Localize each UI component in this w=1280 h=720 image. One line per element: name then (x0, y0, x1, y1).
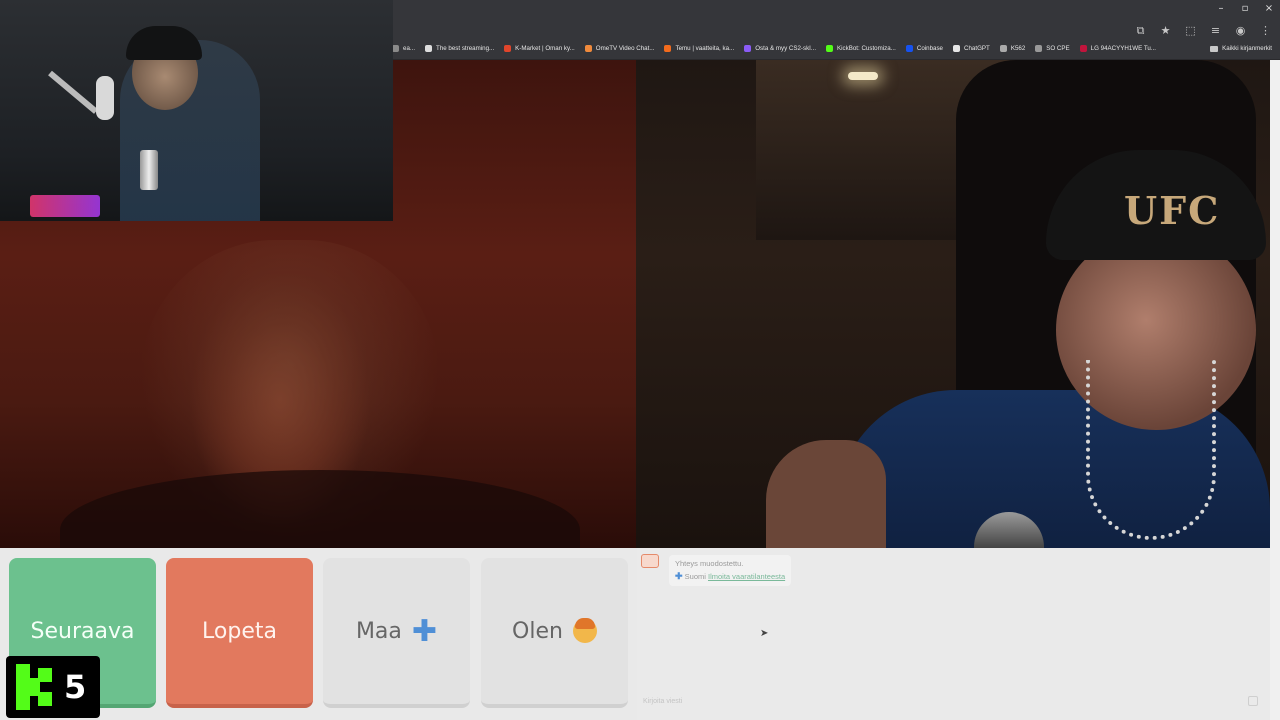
bookmark-label: ChatGPT (964, 45, 990, 52)
boy-face-icon (572, 618, 597, 643)
bookmark-item[interactable]: ChatGPT (953, 45, 990, 52)
bookmark-label: KickBot: Customiza... (837, 45, 896, 52)
country-label: Maa (355, 618, 402, 644)
bookmark-label: SO CPE (1046, 45, 1070, 52)
bookmarks-list: ea... The best streaming... K-Market | O… (392, 45, 1156, 52)
drink-can (140, 150, 158, 190)
window-controls: – ▫ × (1216, 3, 1274, 14)
mouse-cursor-icon: ➤ (760, 628, 769, 639)
arm (766, 440, 886, 548)
status-message: Yhteys muodostettu. (675, 559, 744, 568)
extensions-icon[interactable]: ⬚ (1184, 24, 1197, 38)
microphone (96, 76, 114, 120)
folder-icon (1210, 45, 1219, 52)
kick-logo-icon (16, 664, 58, 710)
finland-flag-icon: ✚ (411, 613, 438, 649)
favicon-icon (905, 45, 913, 52)
cap-logo: UFC (1124, 188, 1221, 233)
bookmark-item[interactable]: KickBot: Customiza... (826, 45, 896, 52)
bookmark-item[interactable]: The best streaming... (425, 45, 494, 52)
favicon-icon (584, 45, 592, 52)
minimize-icon[interactable]: – (1216, 3, 1226, 14)
gender-button[interactable]: Olen (481, 558, 628, 708)
bookmark-label: OmeTV Video Chat... (595, 45, 655, 52)
streamer-cap (126, 26, 202, 60)
bookmark-item[interactable]: LG 94ACYYH1WE Tu... (1079, 45, 1156, 52)
streamer-webcam-overlay (0, 0, 393, 221)
system-message: Yhteys muodostettu. ✚ Suomi Ilmoita vaar… (669, 555, 792, 586)
bookmark-label: Osta & myy CS2-skI... (755, 45, 817, 52)
chain (1086, 360, 1216, 540)
bookmark-label: LG 94ACYYH1WE Tu... (1090, 45, 1156, 52)
favicon-icon (953, 45, 961, 52)
bookmark-label: Temu | vaatteita, ka... (675, 45, 735, 52)
bookmark-label: K562 (1010, 45, 1026, 52)
restore-icon[interactable]: ▫ (1240, 3, 1250, 14)
bookmark-label: The best streaming... (436, 45, 495, 52)
screen: – ▫ × ⧉ ★ ⬚ ≡ ◉ ⋮ ea... The best streami… (0, 0, 1280, 720)
favicon-icon (425, 45, 433, 52)
media-icon[interactable]: ≡ (1209, 24, 1222, 38)
stranger-body (60, 470, 580, 548)
finland-flag-icon: ✚ (675, 571, 683, 581)
stop-button[interactable]: Lopeta (166, 558, 313, 708)
send-icon[interactable] (1248, 696, 1258, 706)
ceiling-lamp (848, 72, 878, 80)
bookmark-label: ea... (403, 45, 416, 52)
report-link[interactable]: Ilmoita vaaratilanteesta (708, 572, 785, 581)
toolbar-icons: ⧉ ★ ⬚ ≡ ◉ ⋮ (1134, 24, 1272, 38)
favicon-icon (664, 45, 672, 52)
favicon-icon (392, 45, 399, 52)
bookmark-label: Coinbase (916, 45, 944, 52)
all-bookmarks[interactable]: Kaikki kirjanmerkit (1210, 45, 1272, 52)
chat-input[interactable]: Kirjoita viesti (643, 698, 682, 705)
bookmark-item[interactable]: OmeTV Video Chat... (584, 45, 655, 52)
close-icon[interactable]: × (1264, 3, 1274, 14)
menu-icon[interactable]: ⋮ (1259, 24, 1272, 38)
bookmark-item[interactable]: Temu | vaatteita, ka... (664, 45, 734, 52)
favicon-icon (504, 45, 512, 52)
all-bookmarks-label: Kaikki kirjanmerkit (1222, 45, 1272, 52)
tv-icon (641, 554, 659, 568)
kick-badge: 5 (6, 656, 100, 718)
favicon-icon (1035, 45, 1043, 52)
bookmark-item[interactable]: K-Market | Oman ky... (504, 45, 575, 52)
bookmark-item[interactable]: SO CPE (1035, 45, 1070, 52)
favicon-icon (999, 45, 1007, 52)
bookmark-label: K-Market | Oman ky... (515, 45, 575, 52)
profile-icon[interactable]: ◉ (1234, 24, 1247, 38)
country-name: Suomi (684, 572, 706, 581)
favicon-icon (826, 45, 834, 52)
bookmark-item[interactable]: ea... (392, 45, 415, 52)
bookmark-item[interactable]: Osta & myy CS2-skI... (744, 45, 816, 52)
mic-arm (48, 70, 98, 114)
gender-label: Olen (512, 618, 563, 644)
next-label: Seuraava (30, 618, 135, 644)
controls-panel: Seuraava Lopeta Maa ✚ Olen Yhteys muodos… (0, 548, 1270, 720)
favicon-icon (1079, 45, 1087, 52)
self-video: UFC (636, 60, 1270, 548)
stop-label: Lopeta (202, 618, 277, 644)
kick-count: 5 (64, 668, 87, 706)
bookmark-item[interactable]: K562 (999, 45, 1026, 52)
rgb-keyboard (30, 195, 100, 217)
star-icon[interactable]: ★ (1159, 24, 1172, 38)
favicon-icon (744, 45, 752, 52)
page-scrollbar[interactable] (1270, 60, 1280, 720)
country-button[interactable]: Maa ✚ (323, 558, 470, 708)
country-row: ✚ Suomi Ilmoita vaaratilanteesta (675, 570, 785, 583)
bookmark-item[interactable]: Coinbase (905, 45, 944, 52)
cast-icon[interactable]: ⧉ (1134, 24, 1147, 38)
chat-panel: Yhteys muodostettu. ✚ Suomi Ilmoita vaar… (637, 548, 1270, 720)
